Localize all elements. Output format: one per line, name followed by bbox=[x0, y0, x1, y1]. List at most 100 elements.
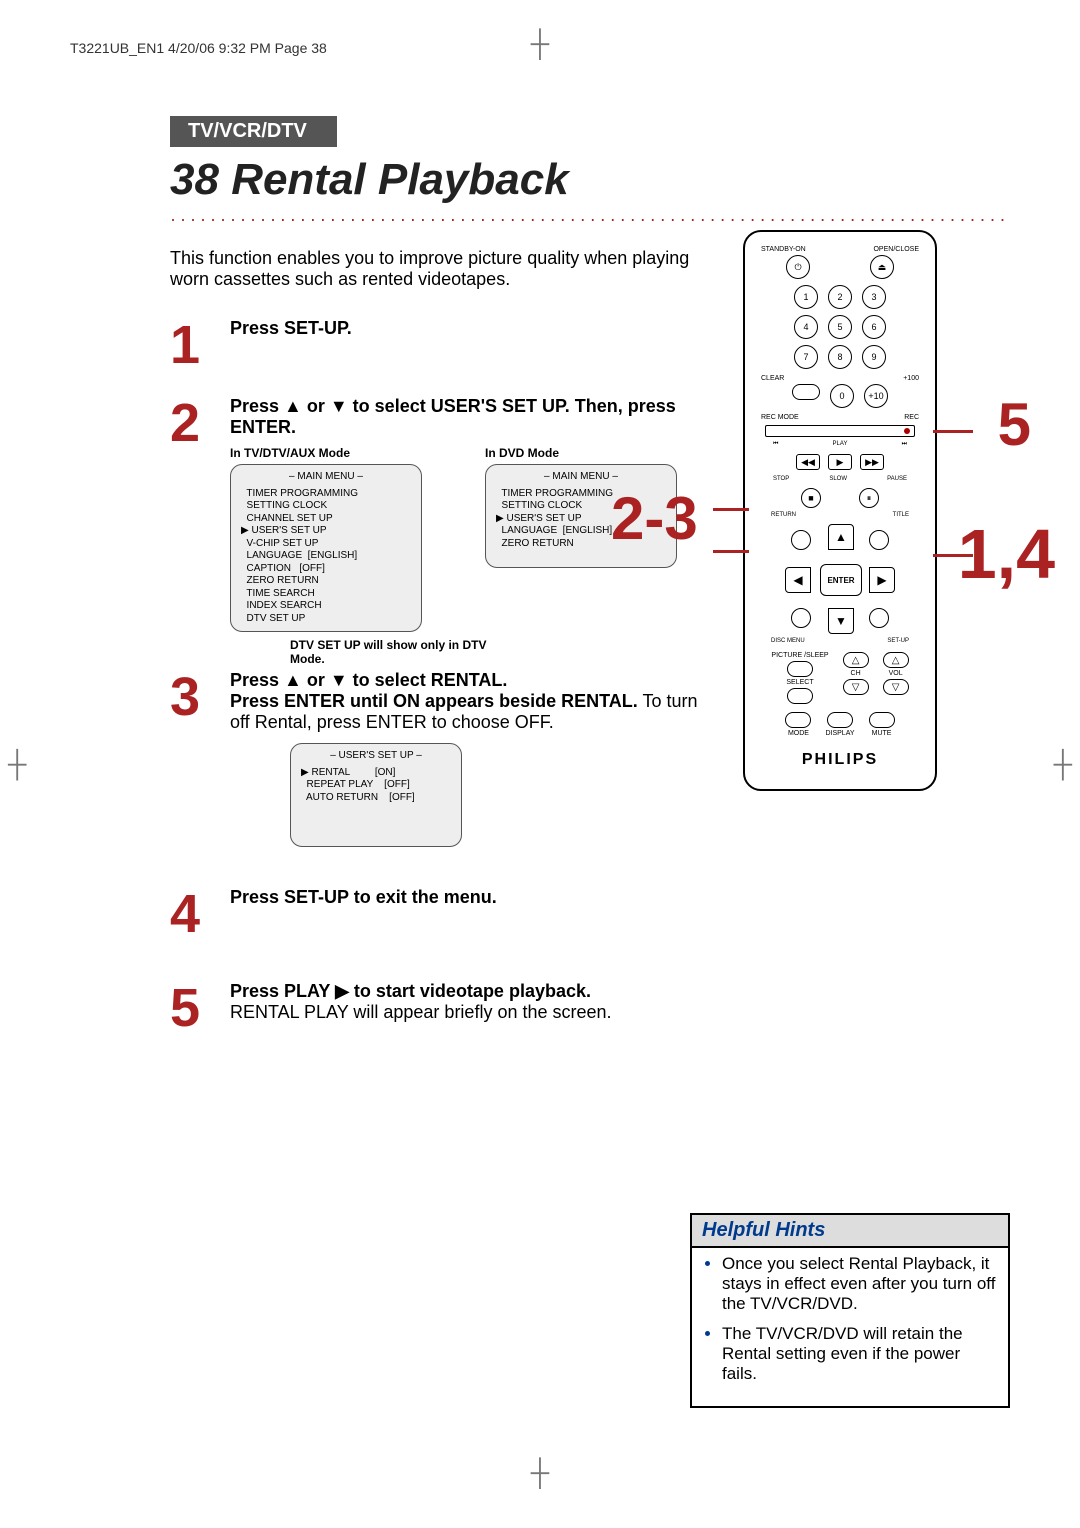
dpad: ▲ ▼ ◀ ▶ ENTER bbox=[785, 524, 895, 634]
power-button[interactable]: ⏻ bbox=[786, 255, 810, 279]
main-menu-tv-box: – MAIN MENU – TIMER PROGRAMMING SETTING … bbox=[230, 464, 422, 632]
decorative-dotline: ········································… bbox=[170, 209, 1010, 230]
nav-right-button[interactable]: ▶ bbox=[869, 567, 895, 593]
mode-label: MODE bbox=[788, 730, 809, 737]
mute-button[interactable] bbox=[869, 712, 895, 728]
vol-up-button[interactable]: △ bbox=[883, 652, 909, 668]
stop-label: STOP bbox=[773, 476, 789, 482]
picture-sleep-label: PICTURE /SLEEP bbox=[771, 652, 828, 659]
user-setup-lines: ▶ RENTAL [ON] REPEAT PLAY [OFF] AUTO RET… bbox=[301, 767, 451, 805]
callout-line bbox=[933, 430, 973, 433]
stop-button[interactable]: ■ bbox=[801, 488, 821, 508]
helpful-hints-box: Helpful Hints Once you select Rental Pla… bbox=[690, 1213, 1010, 1408]
next-icon: ⏭ bbox=[902, 441, 907, 448]
user-setup-title: – USER'S SET UP – bbox=[301, 750, 451, 763]
picture-button[interactable] bbox=[787, 661, 813, 677]
menu-line: V-CHIP SET UP bbox=[241, 538, 411, 551]
num-4-button[interactable]: 4 bbox=[794, 315, 818, 339]
main-menu-title: – MAIN MENU – bbox=[496, 471, 666, 484]
select-label: SELECT bbox=[786, 679, 813, 686]
nav-left-button[interactable]: ◀ bbox=[785, 567, 811, 593]
hint-item: The TV/VCR/DVD will retain the Rental se… bbox=[722, 1324, 996, 1384]
title-button[interactable] bbox=[869, 530, 889, 550]
rec-label: REC bbox=[904, 414, 919, 421]
tv-mode-label: In TV/DTV/AUX Mode bbox=[230, 446, 455, 460]
tv-menu-lines: TIMER PROGRAMMING SETTING CLOCK CHANNEL … bbox=[241, 488, 411, 626]
num-9-button[interactable]: 9 bbox=[862, 345, 886, 369]
num-1-button[interactable]: 1 bbox=[794, 285, 818, 309]
step-number: 2 bbox=[170, 396, 220, 450]
menu-line: ▶ RENTAL [ON] bbox=[301, 767, 451, 780]
menu-line: LANGUAGE [ENGLISH] bbox=[241, 550, 411, 563]
ch-label: CH bbox=[851, 670, 861, 677]
num-6-button[interactable]: 6 bbox=[862, 315, 886, 339]
mode-button[interactable] bbox=[785, 712, 811, 728]
menu-line: AUTO RETURN [OFF] bbox=[301, 792, 451, 805]
num-0-button[interactable]: 0 bbox=[830, 384, 854, 408]
step-4: 4 Press SET-UP to exit the menu. bbox=[170, 887, 1010, 941]
helpful-hints-title: Helpful Hints bbox=[692, 1215, 1008, 1248]
enter-button[interactable]: ENTER bbox=[820, 564, 862, 596]
vol-down-button[interactable]: ▽ bbox=[883, 679, 909, 695]
step-body: Press PLAY ▶ to start videotape playback… bbox=[230, 981, 612, 1023]
menu-line: INDEX SEARCH bbox=[241, 600, 411, 613]
fast-forward-button[interactable]: ▶▶ bbox=[860, 454, 884, 470]
nav-down-button[interactable]: ▼ bbox=[828, 608, 854, 634]
plus100-button[interactable]: +10 bbox=[864, 384, 888, 408]
num-2-button[interactable]: 2 bbox=[828, 285, 852, 309]
helpful-hints-list: Once you select Rental Playback, it stay… bbox=[704, 1254, 996, 1384]
pause-button[interactable]: ⏸ bbox=[859, 488, 879, 508]
rewind-button[interactable]: ◀◀ bbox=[796, 454, 820, 470]
step-number: 5 bbox=[170, 981, 220, 1035]
select-button[interactable] bbox=[787, 688, 813, 704]
menu-line: CHANNEL SET UP bbox=[241, 513, 411, 526]
pause-label: PAUSE bbox=[887, 476, 907, 482]
main-menu-title: – MAIN MENU – bbox=[241, 471, 411, 484]
num-8-button[interactable]: 8 bbox=[828, 345, 852, 369]
step-5: 5 Press PLAY ▶ to start videotape playba… bbox=[170, 981, 1010, 1035]
title-label: TITLE bbox=[893, 512, 909, 518]
step-number: 4 bbox=[170, 887, 220, 941]
step-1-text: Press SET-UP. bbox=[230, 318, 352, 338]
clear-button[interactable] bbox=[792, 384, 820, 400]
step-5-bold: Press PLAY ▶ to start videotape playback… bbox=[230, 981, 591, 1001]
ch-vol-cluster: PICTURE /SLEEP SELECT △ CH ▽ △ VOL ▽ bbox=[755, 652, 925, 704]
callout-5: 5 bbox=[998, 390, 1031, 459]
rec-dot-icon bbox=[904, 428, 910, 434]
prev-icon: ⏮ bbox=[773, 441, 778, 448]
play-label: PLAY bbox=[833, 441, 848, 448]
step-5-rest: RENTAL PLAY will appear briefly on the s… bbox=[230, 1002, 612, 1022]
disc-menu-button[interactable] bbox=[791, 608, 811, 628]
step-4-text: Press SET-UP to exit the menu. bbox=[230, 887, 497, 907]
remote-illustration: 5 2-3 1,4 STANDBY-ON OPEN/CLOSE ⏻ ⏏ 1 2 … bbox=[670, 230, 1010, 791]
page-title: 38 Rental Playback bbox=[170, 155, 1010, 205]
step-body: Press SET-UP. bbox=[230, 318, 352, 339]
crop-mark-left: ┼ bbox=[8, 749, 26, 780]
return-button[interactable] bbox=[791, 530, 811, 550]
menu-line: CAPTION [OFF] bbox=[241, 563, 411, 576]
rec-bar[interactable] bbox=[765, 425, 915, 437]
callout-line bbox=[713, 508, 749, 511]
step-number: 3 bbox=[170, 670, 220, 724]
num-3-button[interactable]: 3 bbox=[862, 285, 886, 309]
recmode-label: REC MODE bbox=[761, 414, 799, 421]
slow-label: SLOW bbox=[829, 476, 847, 482]
clear-label: CLEAR bbox=[761, 375, 784, 382]
standby-on-label: STANDBY-ON bbox=[761, 246, 806, 253]
dtv-note: DTV SET UP will show only in DTV Mode. bbox=[290, 638, 490, 666]
plus100-label: +100 bbox=[903, 375, 919, 382]
display-button[interactable] bbox=[827, 712, 853, 728]
page: ┼ ┼ ┼ ┼ T3221UB_EN1 4/20/06 9:32 PM Page… bbox=[0, 0, 1080, 1528]
open-close-label: OPEN/CLOSE bbox=[873, 246, 919, 253]
play-button[interactable]: ▶ bbox=[828, 454, 852, 470]
setup-button[interactable] bbox=[869, 608, 889, 628]
ch-down-button[interactable]: ▽ bbox=[843, 679, 869, 695]
eject-button[interactable]: ⏏ bbox=[870, 255, 894, 279]
main-menu-tv: In TV/DTV/AUX Mode – MAIN MENU – TIMER P… bbox=[230, 446, 455, 632]
ch-up-button[interactable]: △ bbox=[843, 652, 869, 668]
nav-up-button[interactable]: ▲ bbox=[828, 524, 854, 550]
num-5-button[interactable]: 5 bbox=[828, 315, 852, 339]
num-7-button[interactable]: 7 bbox=[794, 345, 818, 369]
step-number: 1 bbox=[170, 318, 220, 372]
brand-logo: PHILIPS bbox=[755, 751, 925, 769]
